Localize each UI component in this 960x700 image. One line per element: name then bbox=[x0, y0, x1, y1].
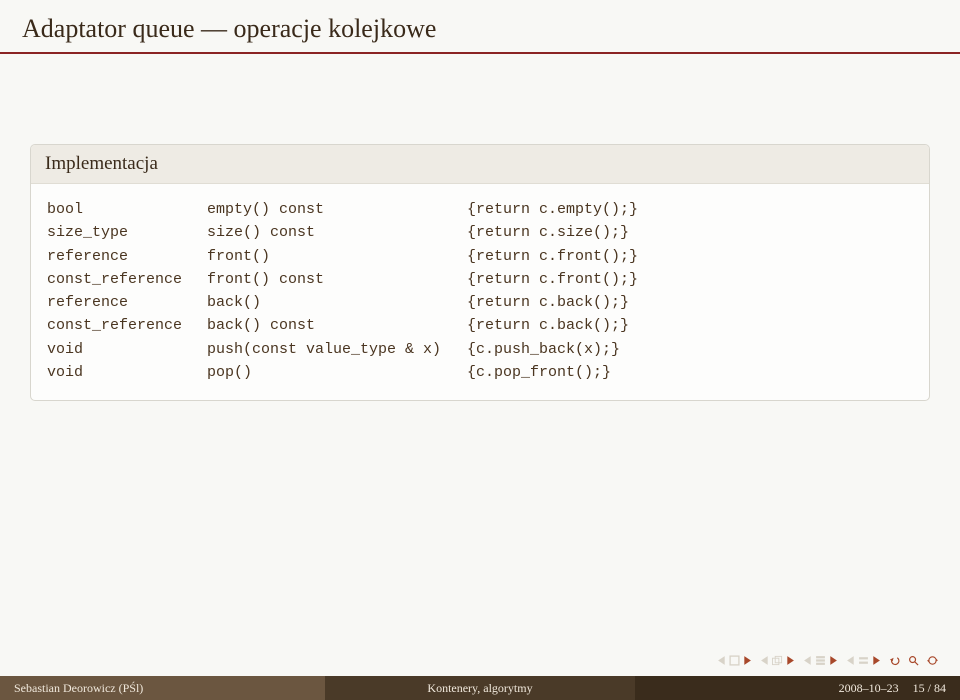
code-block: Implementacja bool empty() const {return… bbox=[30, 144, 930, 401]
code-row: size_type size() const {return c.size();… bbox=[47, 221, 913, 244]
code-row: bool empty() const {return c.empty();} bbox=[47, 198, 913, 221]
nav-frame[interactable] bbox=[760, 655, 795, 666]
code-row: reference front() {return c.front();} bbox=[47, 245, 913, 268]
signature: front() const bbox=[207, 268, 467, 291]
return-type: const_reference bbox=[47, 314, 207, 337]
code-row: void push(const value_type & x) {c.push_… bbox=[47, 338, 913, 361]
body: {return c.size();} bbox=[467, 221, 913, 244]
nav-back[interactable] bbox=[889, 655, 900, 666]
footer-date: 2008–10–23 bbox=[839, 681, 899, 696]
triangle-left-icon bbox=[846, 655, 857, 666]
body: {return c.back();} bbox=[467, 291, 913, 314]
body: {return c.front();} bbox=[467, 268, 913, 291]
body: {return c.back();} bbox=[467, 314, 913, 337]
nav-section[interactable] bbox=[803, 655, 838, 666]
signature: push(const value_type & x) bbox=[207, 338, 467, 361]
cycle-icon bbox=[927, 655, 938, 666]
body: {return c.empty();} bbox=[467, 198, 913, 221]
return-type: reference bbox=[47, 245, 207, 268]
signature: empty() const bbox=[207, 198, 467, 221]
triangle-right-icon bbox=[741, 655, 752, 666]
triangle-right-icon bbox=[870, 655, 881, 666]
body: {return c.front();} bbox=[467, 245, 913, 268]
return-type: void bbox=[47, 338, 207, 361]
code-row: reference back() {return c.back();} bbox=[47, 291, 913, 314]
return-type: reference bbox=[47, 291, 207, 314]
footer-bar: Sebastian Deorowicz (PŚl) Kontenery, alg… bbox=[0, 676, 960, 700]
footer-right: 2008–10–23 15 / 84 bbox=[635, 676, 960, 700]
body: {c.pop_front();} bbox=[467, 361, 913, 384]
frames-icon bbox=[772, 655, 783, 666]
return-type: const_reference bbox=[47, 268, 207, 291]
code-row: const_reference front() const {return c.… bbox=[47, 268, 913, 291]
body: {c.push_back(x);} bbox=[467, 338, 913, 361]
beamer-nav bbox=[717, 655, 938, 666]
footer-title: Kontenery, algorytmy bbox=[325, 676, 636, 700]
nav-slide[interactable] bbox=[717, 655, 752, 666]
code-row: const_reference back() const {return c.b… bbox=[47, 314, 913, 337]
signature: pop() bbox=[207, 361, 467, 384]
block-heading: Implementacja bbox=[31, 145, 929, 184]
triangle-left-icon bbox=[760, 655, 771, 666]
signature: back() bbox=[207, 291, 467, 314]
signature: front() bbox=[207, 245, 467, 268]
signature: size() const bbox=[207, 221, 467, 244]
square-icon bbox=[729, 655, 740, 666]
page-number: 15 / 84 bbox=[913, 681, 946, 696]
triangle-left-icon bbox=[717, 655, 728, 666]
return-type: bool bbox=[47, 198, 207, 221]
nav-search[interactable] bbox=[908, 655, 919, 666]
code-row: void pop() {c.pop_front();} bbox=[47, 361, 913, 384]
signature: back() const bbox=[207, 314, 467, 337]
undo-icon bbox=[889, 655, 900, 666]
search-icon bbox=[908, 655, 919, 666]
nav-subsection[interactable] bbox=[846, 655, 881, 666]
slide-title: Adaptator queue — operacje kolejkowe bbox=[0, 0, 960, 52]
footer-author: Sebastian Deorowicz (PŚl) bbox=[0, 676, 325, 700]
triangle-right-icon bbox=[784, 655, 795, 666]
nav-circ[interactable] bbox=[927, 655, 938, 666]
bars-small-icon bbox=[858, 655, 869, 666]
bars-icon bbox=[815, 655, 826, 666]
triangle-left-icon bbox=[803, 655, 814, 666]
return-type: size_type bbox=[47, 221, 207, 244]
return-type: void bbox=[47, 361, 207, 384]
triangle-right-icon bbox=[827, 655, 838, 666]
block-body: bool empty() const {return c.empty();} s… bbox=[31, 184, 929, 400]
content-area: Implementacja bool empty() const {return… bbox=[0, 54, 960, 401]
code-grid: bool empty() const {return c.empty();} s… bbox=[47, 198, 913, 384]
